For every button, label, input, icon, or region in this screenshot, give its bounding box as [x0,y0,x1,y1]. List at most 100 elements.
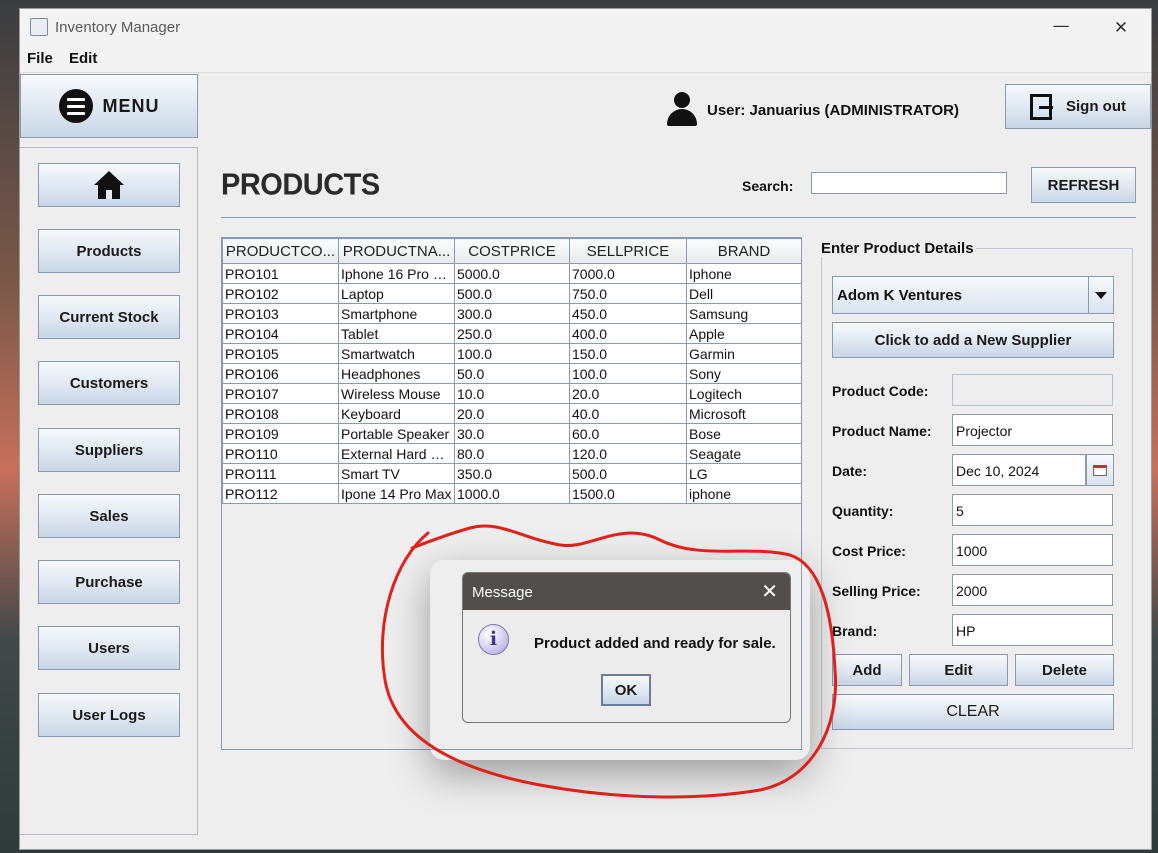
edit-button[interactable]: Edit [909,654,1008,686]
table-cell[interactable]: 60.0 [569,423,687,444]
maximize-button[interactable] [1038,15,1084,41]
chevron-down-icon[interactable] [1088,277,1113,313]
table-cell[interactable]: Seagate [686,443,802,464]
supplier-dropdown[interactable]: Adom K Ventures [832,276,1114,314]
table-cell[interactable]: 40.0 [569,403,687,424]
table-cell[interactable]: PRO108 [222,403,339,424]
table-cell[interactable]: 500.0 [569,463,687,484]
table-cell[interactable]: Iphone [686,263,802,284]
table-cell[interactable]: 20.0 [454,403,570,424]
sidebar-item-users[interactable]: Users [38,626,180,670]
table-cell[interactable]: Smart TV [338,463,455,484]
table-cell[interactable]: PRO104 [222,323,339,344]
table-cell[interactable]: Keyboard [338,403,455,424]
sidebar-item-purchase[interactable]: Purchase [38,560,180,604]
table-cell[interactable]: Headphones [338,363,455,384]
table-cell[interactable]: Ipone 14 Pro Max [338,483,455,504]
product-code-field[interactable] [952,374,1113,406]
table-row[interactable]: PRO109 Portable Speaker 30.0 60.0 Bose [222,423,802,444]
sidebar-item-suppliers[interactable]: Suppliers [38,428,180,472]
table-cell[interactable]: 10.0 [454,383,570,404]
table-cell[interactable]: Iphone 16 Pro M... [338,263,455,284]
menu-toggle-button[interactable]: MENU [20,74,198,138]
search-input[interactable] [811,172,1007,194]
table-cell[interactable]: PRO112 [222,483,339,504]
calendar-button[interactable] [1086,454,1114,486]
table-cell[interactable]: Samsung [686,303,802,324]
menu-file[interactable]: File [27,50,53,67]
table-cell[interactable]: 500.0 [454,283,570,304]
close-window-button[interactable]: ✕ [1098,15,1144,41]
table-cell[interactable]: 300.0 [454,303,570,324]
table-cell[interactable]: Sony [686,363,802,384]
menu-edit[interactable]: Edit [69,50,97,67]
sidebar-item-user-logs[interactable]: User Logs [38,693,180,737]
table-cell[interactable]: LG [686,463,802,484]
sidebar-item-current-stock[interactable]: Current Stock [38,295,180,339]
table-cell[interactable]: External Hard D... [338,443,455,464]
table-cell[interactable]: Tablet [338,323,455,344]
sidebar-item-customers[interactable]: Customers [38,361,180,405]
table-row[interactable]: PRO111 Smart TV 350.0 500.0 LG [222,463,802,484]
table-cell[interactable]: 100.0 [454,343,570,364]
table-cell[interactable]: PRO102 [222,283,339,304]
table-row[interactable]: PRO101 Iphone 16 Pro M... 5000.0 7000.0 Ipho… [222,263,802,284]
quantity-field[interactable]: 5 [952,494,1113,526]
table-cell[interactable]: 250.0 [454,323,570,344]
delete-button[interactable]: Delete [1015,654,1114,686]
table-row[interactable]: PRO112 Ipone 14 Pro Max 1000.0 1500.0 iphone [222,483,802,504]
home-button[interactable] [38,163,180,207]
table-cell[interactable]: 750.0 [569,283,687,304]
table-row[interactable]: PRO107 Wireless Mouse 10.0 20.0 Logitech [222,383,802,404]
clear-button[interactable]: CLEAR [832,694,1114,730]
table-row[interactable]: PRO110 External Hard D... 80.0 120.0 Seagate [222,443,802,464]
table-row[interactable]: PRO103 Smartphone 300.0 450.0 Samsung [222,303,802,324]
table-cell[interactable]: 7000.0 [569,263,687,284]
table-cell[interactable]: Bose [686,423,802,444]
table-cell[interactable]: PRO109 [222,423,339,444]
table-cell[interactable]: 350.0 [454,463,570,484]
table-cell[interactable]: 5000.0 [454,263,570,284]
table-cell[interactable]: Wireless Mouse [338,383,455,404]
column-header[interactable]: SELLPRICE [569,238,687,264]
sidebar-item-sales[interactable]: Sales [38,494,180,538]
sign-out-button[interactable]: Sign out [1005,84,1151,129]
table-cell[interactable]: PRO106 [222,363,339,384]
table-row[interactable]: PRO104 Tablet 250.0 400.0 Apple [222,323,802,344]
date-field[interactable]: Dec 10, 2024 [952,454,1086,486]
table-cell[interactable]: PRO110 [222,443,339,464]
table-cell[interactable]: 1500.0 [569,483,687,504]
table-cell[interactable]: Logitech [686,383,802,404]
selling-price-field[interactable]: 2000 [952,574,1113,606]
table-cell[interactable]: 450.0 [569,303,687,324]
table-row[interactable]: PRO105 Smartwatch 100.0 150.0 Garmin [222,343,802,364]
table-cell[interactable]: Dell [686,283,802,304]
table-cell[interactable]: 1000.0 [454,483,570,504]
sidebar-item-products[interactable]: Products [38,229,180,273]
table-cell[interactable]: 100.0 [569,363,687,384]
column-header[interactable]: BRAND [686,238,802,264]
table-cell[interactable]: Smartphone [338,303,455,324]
table-cell[interactable]: 20.0 [569,383,687,404]
table-cell[interactable]: Laptop [338,283,455,304]
table-cell[interactable]: iphone [686,483,802,504]
table-cell[interactable]: 120.0 [569,443,687,464]
table-cell[interactable]: 30.0 [454,423,570,444]
cost-price-field[interactable]: 1000 [952,534,1113,566]
dialog-close-button[interactable]: ✕ [761,579,778,603]
add-supplier-button[interactable]: Click to add a New Supplier [832,322,1114,358]
column-header[interactable]: PRODUCTCO... [222,238,339,264]
table-cell[interactable]: 50.0 [454,363,570,384]
table-row[interactable]: PRO106 Headphones 50.0 100.0 Sony [222,363,802,384]
table-cell[interactable]: Portable Speaker [338,423,455,444]
table-row[interactable]: PRO108 Keyboard 20.0 40.0 Microsoft [222,403,802,424]
column-header[interactable]: PRODUCTNA... [338,238,455,264]
brand-field[interactable]: HP [952,614,1113,646]
column-header[interactable]: COSTPRICE [454,238,570,264]
table-cell[interactable]: Microsoft [686,403,802,424]
table-cell[interactable]: Smartwatch [338,343,455,364]
table-cell[interactable]: PRO107 [222,383,339,404]
ok-button[interactable]: OK [601,674,651,706]
table-cell[interactable]: Apple [686,323,802,344]
table-cell[interactable]: PRO105 [222,343,339,364]
